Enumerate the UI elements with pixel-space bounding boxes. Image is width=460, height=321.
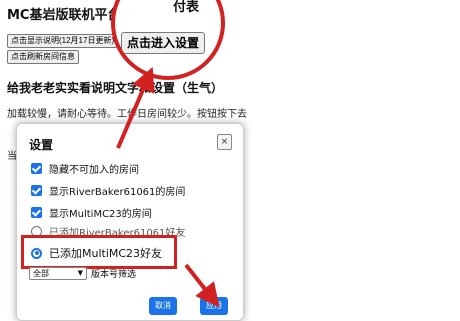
section-heading: 给我老老实实看说明文字和设置（生气） <box>7 81 224 95</box>
option-show-multimc-rooms[interactable]: 显示MultiMC23的房间 <box>31 204 152 220</box>
version-filter-select[interactable]: 全部 ▼ <box>29 267 87 280</box>
cancel-button[interactable]: 取消 <box>149 297 177 315</box>
loading-notice: 加载较慢，请耐心等待。工作日房间较少。按钮按下去 <box>7 109 247 120</box>
option-label: 显示RiverBaker61061的房间 <box>49 186 186 198</box>
settings-dialog: 设置 × 隐藏不可加入的房间 显示RiverBaker61061的房间 显示Mu… <box>16 123 244 321</box>
checkbox-checked-icon[interactable] <box>31 184 42 196</box>
version-filter-row: 全部 ▼ 版本号筛选 <box>29 266 136 281</box>
close-icon[interactable]: × <box>217 134 232 150</box>
show-explanation-button[interactable]: 点击显示说明(12月17日更新) <box>7 34 117 48</box>
enter-settings-button[interactable]: 点击进入设置 <box>121 32 206 54</box>
version-filter-label: 版本号筛选 <box>91 270 137 280</box>
option-show-riverbaker-rooms[interactable]: 显示RiverBaker61061的房间 <box>31 182 185 198</box>
annotation-highlight-box <box>21 235 177 269</box>
select-value: 全部 <box>33 269 49 278</box>
chevron-down-icon: ▼ <box>77 269 83 277</box>
refresh-rooms-button[interactable]: 点击刷新房间信息 <box>7 50 79 64</box>
option-hide-unjoinable[interactable]: 隐藏不可加入的房间 <box>31 160 139 176</box>
dialog-title: 设置 <box>29 138 54 152</box>
checkbox-checked-icon[interactable] <box>31 206 42 218</box>
zoom-magnifier-callout: 付表 点击进入设置 <box>111 0 225 80</box>
checkbox-checked-icon[interactable] <box>31 162 42 174</box>
apply-button[interactable]: 应用 <box>200 297 228 315</box>
option-label: 隐藏不可加入的房间 <box>49 164 139 176</box>
option-label: 显示MultiMC23的房间 <box>49 208 152 220</box>
zoom-top-text: 付表 <box>173 0 200 15</box>
